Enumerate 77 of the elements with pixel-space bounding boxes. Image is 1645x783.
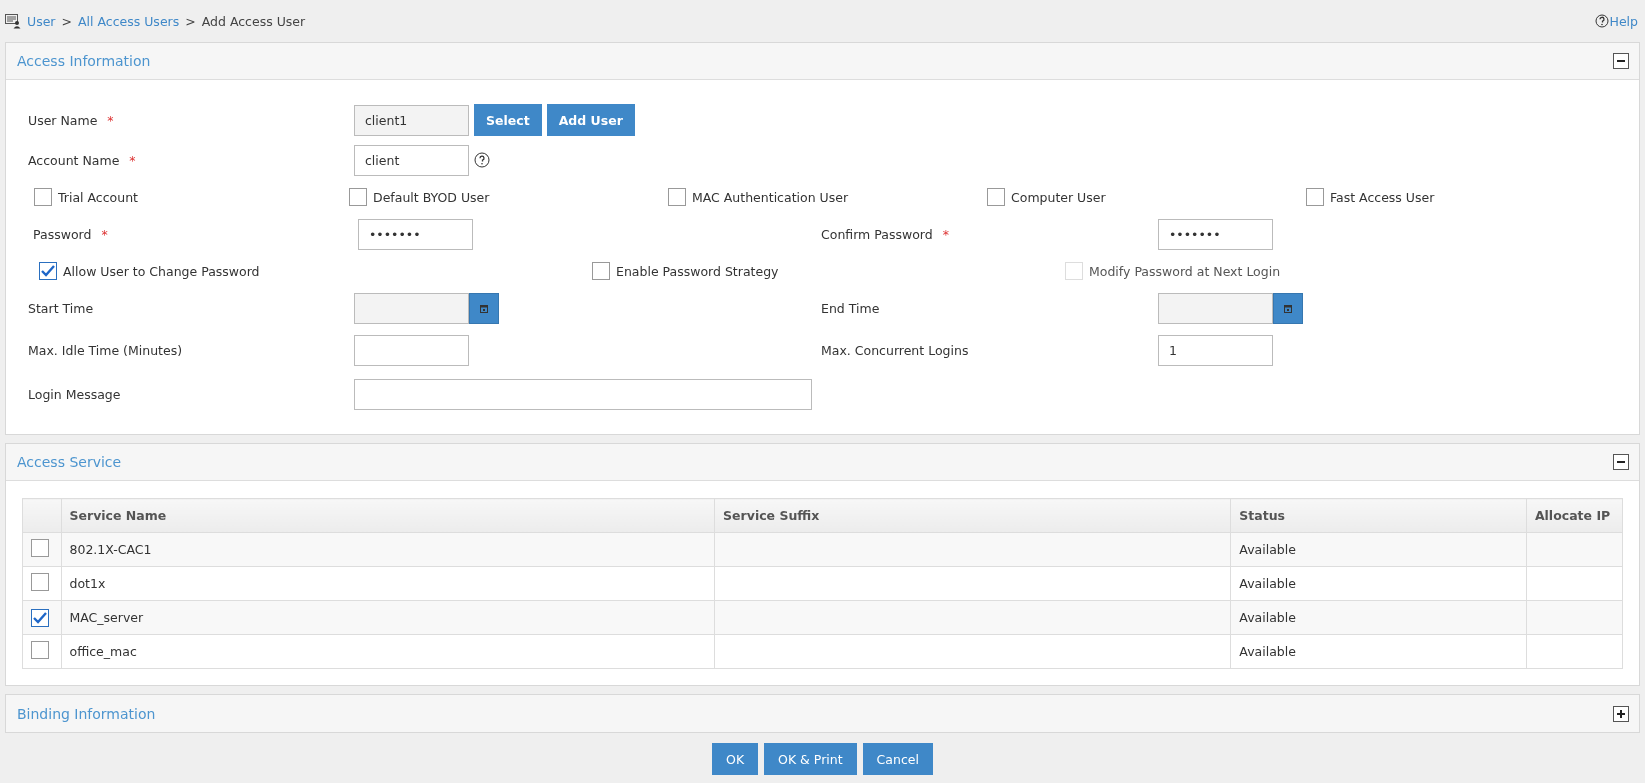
calendar-button[interactable] [469,292,499,324]
checkbox[interactable] [349,188,367,206]
plus-icon [1616,708,1626,719]
table-cell: 802.1X-CAC1 [61,532,715,567]
expand-button[interactable] [1613,705,1629,722]
panel-title: Access Service [17,454,122,470]
field-label: End Time [821,300,880,316]
help-link[interactable]: Help [1594,13,1640,29]
checkbox[interactable] [31,573,49,591]
table-cell: Available [1230,600,1527,635]
table-cell: dot1x [61,566,715,601]
breadcrumb-current: Add Access User [201,13,306,29]
input-field[interactable] [354,334,469,366]
table-cell: office_mac [61,634,715,669]
column-header: Service Suffix [714,498,1231,533]
column-header: Allocate IP [1526,498,1623,533]
action-button[interactable]: Select [474,104,542,136]
help-icon [1594,14,1609,28]
breadcrumb-link[interactable]: User [27,13,56,29]
field-label: Confirm Password [821,226,933,242]
checkbox[interactable] [31,608,49,627]
checkbox[interactable] [1306,188,1324,206]
checkbox-label: Computer User [1011,189,1106,205]
checkbox[interactable] [31,641,49,659]
required-mark: * [107,112,114,128]
calendar-icon [480,303,488,313]
checkmark-icon [33,611,47,624]
help-icon[interactable] [474,152,490,168]
user-list-icon [5,13,21,29]
checkbox-label: Modify Password at Next Login [1089,263,1281,279]
footer-button[interactable]: OK [712,743,759,775]
collapse-button[interactable] [1613,454,1629,470]
breadcrumb-separator: > [61,13,72,29]
field-label: User Name [28,112,98,128]
footer-button[interactable]: Cancel [862,743,933,775]
checkbox-label: Trial Account [58,189,138,205]
calendar-icon [1284,303,1292,313]
field-label: Password [32,226,92,242]
input-field[interactable]: client [354,144,469,176]
checkbox[interactable] [31,539,49,557]
table-cell: Available [1230,532,1527,567]
calendar-button[interactable] [1273,292,1303,324]
table-cell: Available [1230,566,1527,601]
breadcrumb-link[interactable]: All Access Users [78,13,180,29]
required-mark: * [101,226,108,242]
table-cell: MAC_server [61,600,715,635]
column-header: Service Name [61,498,715,533]
checkbox[interactable] [39,262,57,280]
checkmark-icon [41,265,55,277]
checkbox[interactable] [668,188,686,206]
checkbox-label: Fast Access User [1330,189,1435,205]
input-field[interactable]: ••••••• [1158,218,1273,250]
input-field[interactable]: 1 [1158,334,1273,366]
checkbox-label: Enable Password Strategy [616,263,779,279]
table-cell: Available [1230,634,1527,669]
column-header: Status [1230,498,1527,533]
checkbox-label: Allow User to Change Password [63,263,260,279]
panel-title: Binding Information [17,705,156,722]
field-label: Start Time [28,300,94,316]
action-button[interactable]: Add User [546,104,635,136]
breadcrumb-separator: > [185,13,196,29]
checkbox-label: MAC Authentication User [692,189,849,205]
field-label: Account Name [28,152,120,168]
input-field[interactable]: ••••••• [358,218,473,250]
collapse-button[interactable] [1613,53,1629,69]
checkbox-label: Default BYOD User [373,189,490,205]
field-label: Max. Concurrent Logins [821,342,969,358]
panel-title: Access Information [17,53,151,69]
input-field[interactable] [354,378,812,410]
checkbox[interactable] [987,188,1005,206]
checkbox[interactable] [592,262,610,280]
field-label: Login Message [28,386,121,402]
footer-button[interactable]: OK & Print [764,743,857,775]
required-mark: * [129,152,136,168]
required-mark: * [942,226,949,242]
checkbox[interactable] [34,188,52,206]
field-label: Max. Idle Time (Minutes) [28,342,183,358]
